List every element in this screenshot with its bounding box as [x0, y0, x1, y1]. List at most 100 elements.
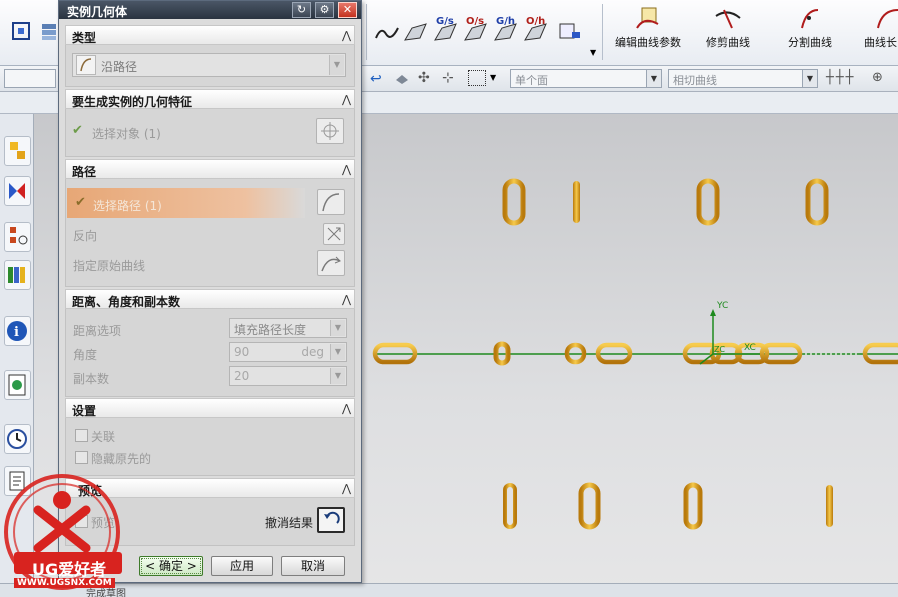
check-icon: ✔ [75, 195, 86, 210]
chevron-down-icon[interactable]: ▼ [802, 70, 817, 87]
reverse-direction-icon[interactable] [323, 223, 345, 245]
type-filter-combo[interactable] [4, 69, 56, 88]
collapse-icon[interactable]: ⋀ [342, 29, 351, 42]
distance-option-label: 距离选项 [73, 324, 122, 338]
edit-curve-parameters-icon [636, 7, 659, 29]
copies-input[interactable]: 20 ▼ [229, 366, 347, 386]
distance-option-select[interactable]: 填充路径长度 ▼ [229, 318, 347, 338]
watermark-brand: UG爱好者 [32, 560, 107, 579]
svg-text:YC: YC [716, 301, 728, 311]
section-settings-body [65, 418, 355, 476]
reset-icon[interactable]: ↻ [292, 2, 311, 18]
curve-rule-combo[interactable]: 相切曲线 ▼ [668, 69, 818, 88]
watermark-logo: UG爱好者 WWW.UGSNX.COM [0, 470, 134, 597]
section-path-header[interactable]: 路径 ⋀ [65, 159, 355, 179]
settings-gear-icon[interactable]: ⚙ [315, 2, 334, 18]
copies-label: 副本数 [73, 372, 110, 386]
collapse-icon[interactable]: ⋀ [342, 402, 351, 415]
cancel-button[interactable]: 取消 [281, 556, 345, 576]
associative-label: 关联 [91, 430, 116, 444]
select-object-label[interactable]: 选择对象 (1) [92, 125, 161, 142]
section-settings-header[interactable]: 设置 ⋀ [65, 398, 355, 418]
collapse-icon[interactable]: ⋀ [342, 293, 351, 306]
part-navigator-icon[interactable] [4, 222, 31, 252]
filter-tools-icon[interactable]: ⊕ [872, 70, 883, 85]
ribbon-separator [366, 4, 367, 60]
section-type-header[interactable]: 类型 ⋀ [65, 25, 355, 45]
hide-original-label: 隐藏原先的 [91, 452, 152, 466]
box-select-icon[interactable] [394, 72, 410, 86]
view-orient-icon[interactable] [10, 20, 32, 42]
snap-toggle-icon[interactable]: ⊹ [442, 70, 454, 86]
os-icon[interactable]: O/s [462, 16, 490, 44]
trim-curve-button[interactable]: 修剪曲线 [696, 2, 760, 60]
chain-link[interactable] [696, 178, 720, 226]
chain-link[interactable] [683, 482, 703, 530]
ribbon-more-icon[interactable]: ▼ [590, 48, 596, 57]
section-distance-header[interactable]: 距离、角度和副本数 ⋀ [65, 289, 355, 309]
oh-icon[interactable]: O/h [522, 16, 550, 44]
type-select[interactable]: 沿路径 ▼ [72, 53, 346, 77]
divide-curve-button[interactable]: 分割曲线 [780, 2, 840, 60]
history-icon[interactable] [4, 424, 31, 454]
collapse-icon[interactable]: ⋀ [342, 482, 351, 495]
angle-menu-icon[interactable]: ▼ [330, 344, 345, 360]
chain-link[interactable] [805, 178, 829, 226]
snap-point-icon[interactable]: ┼┼┼ [826, 70, 855, 85]
section-type-body: 沿路径 ▼ [65, 45, 355, 87]
gh-icon[interactable]: G/h [492, 16, 520, 44]
apply-button[interactable]: 应用 [211, 556, 273, 576]
select-path-label[interactable]: 选择路径 (1) [93, 197, 162, 214]
curve-length-button[interactable]: 曲线长 [860, 2, 898, 60]
close-icon[interactable]: ✕ [338, 2, 357, 18]
constraint-navigator-icon[interactable] [4, 176, 31, 206]
origin-curve-select-icon[interactable] [317, 250, 345, 276]
svg-text:XC: XC [744, 343, 756, 353]
copies-menu-icon[interactable]: ▼ [330, 368, 345, 384]
chain-link[interactable] [573, 181, 580, 223]
shape-icon-1[interactable] [374, 22, 400, 44]
layer-icon[interactable] [40, 20, 60, 42]
angle-input[interactable]: 90 deg ▼ [229, 342, 347, 362]
rect-select-dropdown-icon[interactable]: ▼ [490, 73, 496, 82]
chain-link[interactable] [503, 483, 517, 529]
undo-arrow-icon[interactable]: ↩ [370, 71, 382, 87]
info-icon[interactable]: i [4, 316, 31, 346]
svg-text:i: i [14, 325, 19, 340]
snap-icon[interactable]: ✣ [418, 70, 430, 86]
svg-text:ZC: ZC [714, 345, 725, 354]
angle-label: 角度 [73, 348, 98, 362]
assembly-navigator-icon[interactable] [4, 136, 31, 166]
undo-result-label: 撤消结果 [265, 516, 314, 530]
shape-icon-2[interactable] [402, 20, 430, 44]
sheet-icon[interactable] [556, 20, 584, 44]
reuse-library-icon[interactable] [4, 260, 31, 290]
along-path-icon [76, 55, 96, 75]
reverse-label: 反向 [73, 229, 98, 243]
dialog-title: 实例几何体 [67, 5, 128, 19]
chain-link[interactable] [578, 482, 601, 530]
chain-link[interactable] [502, 178, 526, 226]
section-geometry-body: ✔ 选择对象 (1) [65, 109, 355, 157]
crosshair-select-icon[interactable] [316, 118, 344, 144]
collapse-icon[interactable]: ⋀ [342, 93, 351, 106]
associative-checkbox[interactable] [75, 429, 88, 442]
ok-button[interactable]: < 确定 > [139, 556, 203, 576]
chain-link[interactable] [826, 485, 833, 527]
specify-origin-curve-label: 指定原始曲线 [73, 259, 146, 273]
status-bar: 完成草图 [0, 583, 898, 597]
chevron-down-icon[interactable]: ▼ [329, 55, 344, 75]
collapse-icon[interactable]: ⋀ [342, 163, 351, 176]
edit-curve-parameters-button[interactable]: 编辑曲线参数 [608, 2, 688, 60]
curve-select-icon[interactable] [317, 189, 345, 215]
chevron-down-icon[interactable]: ▼ [330, 320, 345, 336]
undo-result-icon[interactable] [317, 507, 345, 533]
chevron-down-icon[interactable]: ▼ [646, 70, 661, 87]
web-browser-icon[interactable] [4, 370, 31, 400]
hide-original-checkbox[interactable] [75, 451, 88, 464]
face-filter-combo[interactable]: 单个面 ▼ [510, 69, 662, 88]
check-icon: ✔ [72, 123, 83, 138]
gs-icon[interactable]: G/s [432, 16, 460, 44]
section-geometry-header[interactable]: 要生成实例的几何特征 ⋀ [65, 89, 355, 109]
rect-select-icon[interactable] [468, 70, 486, 86]
